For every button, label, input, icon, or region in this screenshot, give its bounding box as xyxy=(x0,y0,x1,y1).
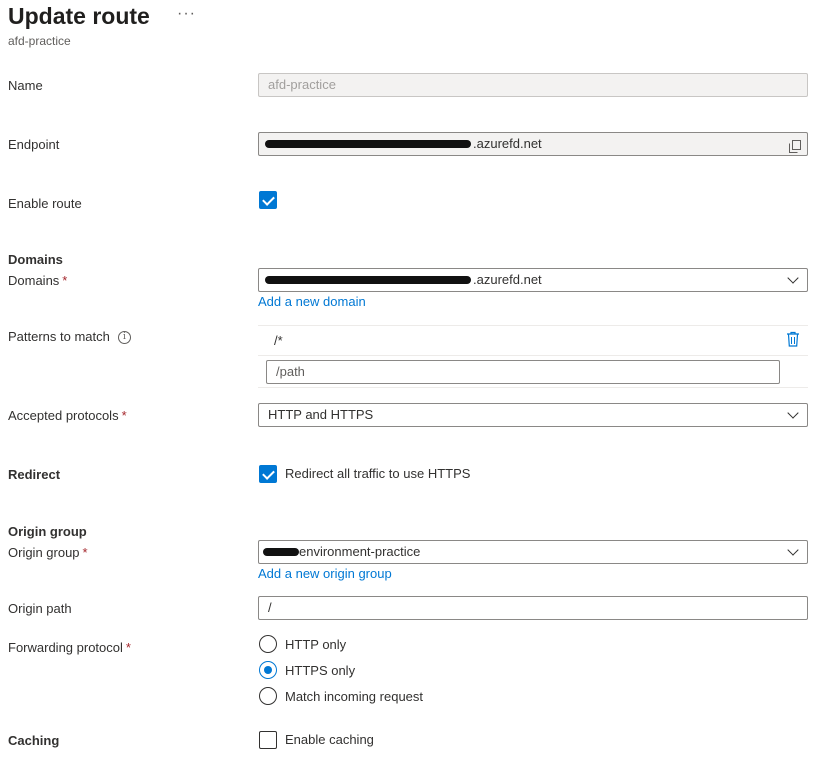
redirect-https-label: Redirect all traffic to use HTTPS xyxy=(285,466,471,481)
origin-path-label: Origin path xyxy=(8,601,72,616)
name-label: Name xyxy=(8,78,43,93)
origin-path-input[interactable]: / xyxy=(258,596,808,620)
info-icon[interactable]: i xyxy=(118,331,131,344)
redacted-scribble xyxy=(265,276,471,284)
pattern-item: /* xyxy=(274,333,283,348)
origin-group-label: Origin group * xyxy=(8,545,88,560)
divider xyxy=(258,325,808,326)
patterns-label: Patterns to match xyxy=(8,329,110,344)
divider xyxy=(258,355,808,356)
radio-https-only[interactable] xyxy=(259,661,277,679)
enable-caching-label: Enable caching xyxy=(285,732,374,747)
radio-match-incoming-label: Match incoming request xyxy=(285,689,424,704)
more-options-icon[interactable]: ··· xyxy=(177,5,196,23)
endpoint-value-suffix: .azurefd.net xyxy=(473,136,542,151)
redirect-https-checkbox[interactable] xyxy=(259,465,277,483)
radio-http-only-label: HTTP only xyxy=(285,637,347,652)
domains-label: Domains * xyxy=(8,273,68,288)
accepted-protocols-label: Accepted protocols * xyxy=(8,408,127,423)
add-new-origin-group-link[interactable]: Add a new origin group xyxy=(258,566,392,581)
name-field: afd-practice xyxy=(258,73,808,97)
pattern-input[interactable]: /path xyxy=(266,360,780,384)
required-indicator: * xyxy=(121,408,127,423)
required-indicator: * xyxy=(125,640,131,655)
redacted-scribble xyxy=(263,548,299,556)
copy-icon[interactable] xyxy=(789,138,801,153)
divider xyxy=(258,387,808,388)
redirect-section-heading: Redirect xyxy=(8,467,61,482)
page-title: Update route xyxy=(8,3,150,29)
page-subtitle: afd-practice xyxy=(8,34,71,48)
caching-section-heading: Caching xyxy=(8,733,60,748)
domains-section-heading: Domains xyxy=(8,252,63,267)
forwarding-protocol-label: Forwarding protocol * xyxy=(8,640,131,655)
add-new-domain-link[interactable]: Add a new domain xyxy=(258,294,366,309)
enable-caching-checkbox[interactable] xyxy=(259,731,277,749)
radio-https-only-label: HTTPS only xyxy=(285,663,356,678)
enable-route-checkbox[interactable] xyxy=(259,191,277,209)
radio-match-incoming[interactable] xyxy=(259,687,277,705)
accepted-protocols-dropdown[interactable]: HTTP and HTTPS xyxy=(258,403,808,427)
radio-http-only[interactable] xyxy=(259,635,277,653)
origin-group-value-suffix: environment-practice xyxy=(299,544,421,559)
origin-group-section-heading: Origin group xyxy=(8,524,87,539)
endpoint-label: Endpoint xyxy=(8,137,60,152)
redacted-scribble xyxy=(265,140,471,148)
domains-value-suffix: .azurefd.net xyxy=(473,272,542,287)
endpoint-field: .azurefd.net xyxy=(258,132,808,156)
origin-group-dropdown[interactable]: environment-practice xyxy=(258,540,808,564)
required-indicator: * xyxy=(62,273,68,288)
enable-route-label: Enable route xyxy=(8,196,82,211)
domains-dropdown[interactable]: .azurefd.net xyxy=(258,268,808,292)
required-indicator: * xyxy=(82,545,88,560)
delete-icon[interactable] xyxy=(786,331,800,347)
